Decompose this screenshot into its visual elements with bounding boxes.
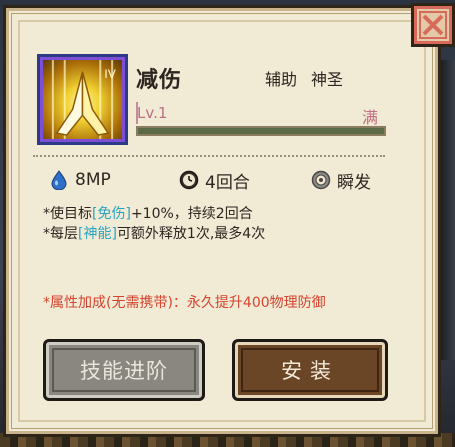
svg-text:IV: IV: [104, 67, 116, 81]
level-progress-fill: [138, 128, 384, 134]
instant-cast-icon: [311, 170, 331, 190]
backdrop-edge: [441, 60, 455, 360]
section-divider: [33, 155, 385, 157]
duration: 4回合: [179, 168, 311, 193]
level-label: Lv.1: [137, 104, 168, 122]
description-line-2: *每层[神能]可额外释放1次,最多4次: [43, 224, 403, 244]
close-icon: [419, 11, 447, 39]
duration-value: 4回合: [205, 172, 250, 193]
install-button[interactable]: 安装: [232, 339, 388, 401]
skill-tag-type: 辅助: [265, 70, 298, 89]
cast-type-value: 瞬发: [337, 172, 371, 193]
cast-type: 瞬发: [311, 168, 371, 193]
close-button[interactable]: [411, 3, 455, 47]
skill-icon: IV: [37, 54, 128, 145]
skill-stats: 8MP 4回合 瞬发: [49, 168, 389, 193]
skill-tags: 辅助 神圣: [265, 66, 343, 90]
mp-cost: 8MP: [49, 170, 179, 190]
skill-tag-element: 神圣: [311, 70, 344, 89]
skill-name: 减伤: [136, 68, 183, 93]
description-line-1: *使目标[免伤]+10%，持续2回合: [43, 204, 403, 224]
clock-icon: [179, 170, 199, 190]
desc-text: *每层: [43, 226, 78, 242]
skill-description: *使目标[免伤]+10%，持续2回合 *每层[神能]可额外释放1次,最多4次: [43, 204, 403, 244]
level-progress-bar: [136, 126, 386, 136]
praying-hands-icon: IV: [51, 60, 116, 139]
desc-text: +10%，持续2回合: [130, 206, 253, 222]
level-max-label: 满: [362, 108, 379, 127]
skill-advance-button[interactable]: 技能进阶: [43, 339, 205, 401]
mp-cost-value: 8MP: [75, 170, 111, 190]
attribute-bonus: *属性加成(无需携带)：永久提升400物理防御: [43, 295, 326, 311]
water-drop-icon: [51, 170, 67, 190]
desc-text: 可额外释放1次,最多4次: [116, 226, 266, 242]
desc-text: *使目标: [43, 206, 92, 222]
level-bar-marker: [136, 102, 386, 124]
keyword-divine-energy[interactable]: [神能]: [78, 226, 117, 242]
keyword-damage-reduction[interactable]: [免伤]: [92, 206, 131, 222]
